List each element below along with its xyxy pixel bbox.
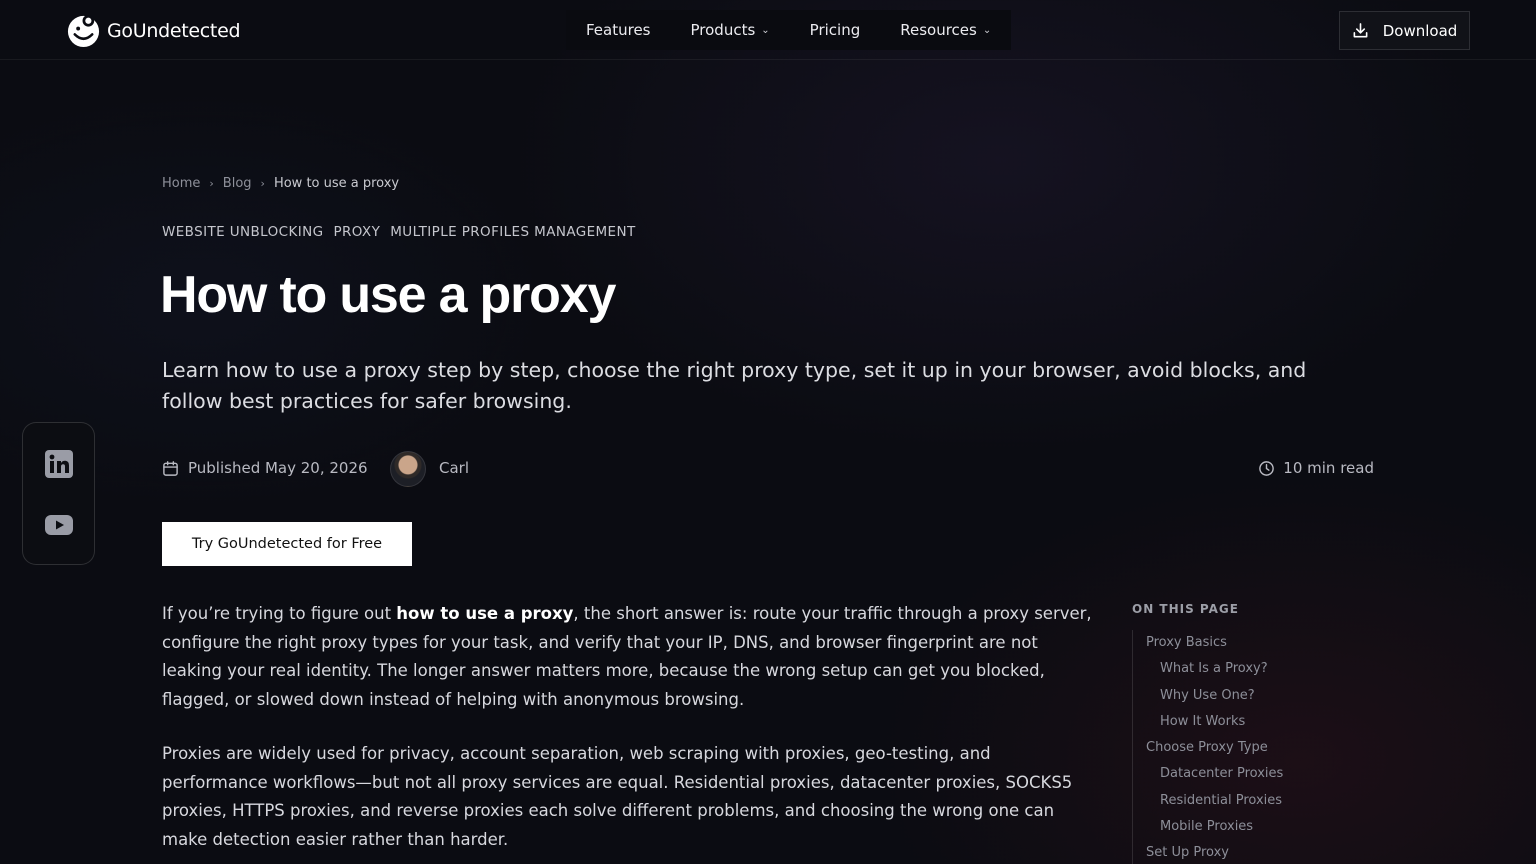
toc-item-why-use-one[interactable]: Why Use One?: [1146, 683, 1392, 709]
chevron-right-icon: ›: [260, 177, 265, 190]
page-title: How to use a proxy: [160, 266, 616, 324]
chevron-down-icon: ⌄: [761, 24, 770, 36]
download-button[interactable]: Download: [1339, 11, 1470, 50]
toc-item-set-up-proxy[interactable]: Set Up Proxy: [1146, 840, 1392, 864]
toc-item-choose-proxy-type[interactable]: Choose Proxy Type: [1146, 735, 1392, 761]
author-name[interactable]: Carl: [439, 459, 469, 477]
download-label: Download: [1382, 21, 1458, 40]
publish-date-text: Published May 20, 2026: [188, 459, 368, 477]
read-time-text: 10 min read: [1283, 459, 1374, 477]
toc-item-residential-proxies[interactable]: Residential Proxies: [1146, 788, 1392, 814]
breadcrumb: Home › Blog › How to use a proxy: [162, 176, 399, 191]
toc-item-mobile-proxies[interactable]: Mobile Proxies: [1146, 814, 1392, 840]
table-of-contents: ON THIS PAGE Proxy Basics What Is a Prox…: [1132, 602, 1392, 864]
paragraph-proxies: Proxies are widely used for privacy, acc…: [162, 744, 1073, 849]
nav-resources[interactable]: Resources ⌄: [880, 10, 1012, 50]
intro-bold-phrase: how to use a proxy: [396, 604, 574, 623]
nav-pricing[interactable]: Pricing: [789, 10, 881, 50]
chevron-down-icon: ⌄: [982, 24, 992, 36]
nav-resources-label: Resources: [900, 21, 977, 39]
author-avatar[interactable]: [390, 451, 426, 487]
nav-features[interactable]: Features: [566, 10, 671, 50]
publish-date: Published May 20, 2026: [162, 459, 368, 477]
nav-pricing-label: Pricing: [809, 21, 861, 39]
toc-item-how-it-works[interactable]: How It Works: [1146, 709, 1392, 735]
toc-item-proxy-basics[interactable]: Proxy Basics: [1146, 630, 1392, 656]
try-free-button[interactable]: Try GoUndetected for Free: [162, 522, 412, 566]
linkedin-icon[interactable]: [45, 450, 73, 478]
toc-title: ON THIS PAGE: [1132, 602, 1239, 616]
site-header: GoUndetected Features Products ⌄ Pricing…: [0, 0, 1536, 60]
article-meta: Published May 20, 2026 Carl 10 min read: [162, 450, 1374, 488]
article-body: If you’re trying to figure out how to us…: [162, 600, 1092, 864]
toc-item-what-is-a-proxy[interactable]: What Is a Proxy?: [1146, 656, 1392, 682]
tag-proxy[interactable]: PROXY: [333, 224, 380, 240]
brand-name: GoUndetected: [107, 19, 241, 42]
toc-item-datacenter-proxies[interactable]: Datacenter Proxies: [1146, 761, 1392, 787]
breadcrumb-home[interactable]: Home: [162, 176, 200, 191]
youtube-icon[interactable]: [45, 515, 73, 535]
breadcrumb-blog[interactable]: Blog: [223, 176, 252, 191]
article-subtitle: Learn how to use a proxy step by step, c…: [162, 358, 1307, 413]
intro-text-start: If you’re trying to figure out: [162, 604, 397, 623]
article-tags: WEBSITE UNBLOCKING PROXY MULTIPLE PROFIL…: [162, 224, 636, 240]
chevron-right-icon: ›: [209, 177, 214, 190]
main-nav: Features Products ⌄ Pricing Resources ⌄: [566, 10, 1012, 50]
breadcrumb-current: How to use a proxy: [273, 176, 400, 191]
nav-products-label: Products: [690, 21, 756, 39]
nav-products[interactable]: Products ⌄: [670, 10, 790, 50]
download-icon: [1353, 23, 1368, 38]
social-share-rail: [22, 422, 95, 565]
tag-website-unblocking[interactable]: WEBSITE UNBLOCKING: [162, 224, 323, 240]
tag-multiple-profiles[interactable]: MULTIPLE PROFILES MANAGEMENT: [390, 224, 635, 240]
calendar-icon: [163, 460, 178, 476]
nav-features-label: Features: [586, 21, 651, 39]
read-time: 10 min read: [1258, 459, 1374, 477]
paragraph-intro: If you’re trying to figure out how to us…: [162, 600, 1092, 714]
smiley-logo-icon: [67, 14, 100, 48]
brand-logo[interactable]: GoUndetected: [66, 13, 241, 48]
toc-list: Proxy Basics What Is a Proxy? Why Use On…: [1132, 630, 1392, 864]
clock-icon: [1259, 460, 1275, 476]
